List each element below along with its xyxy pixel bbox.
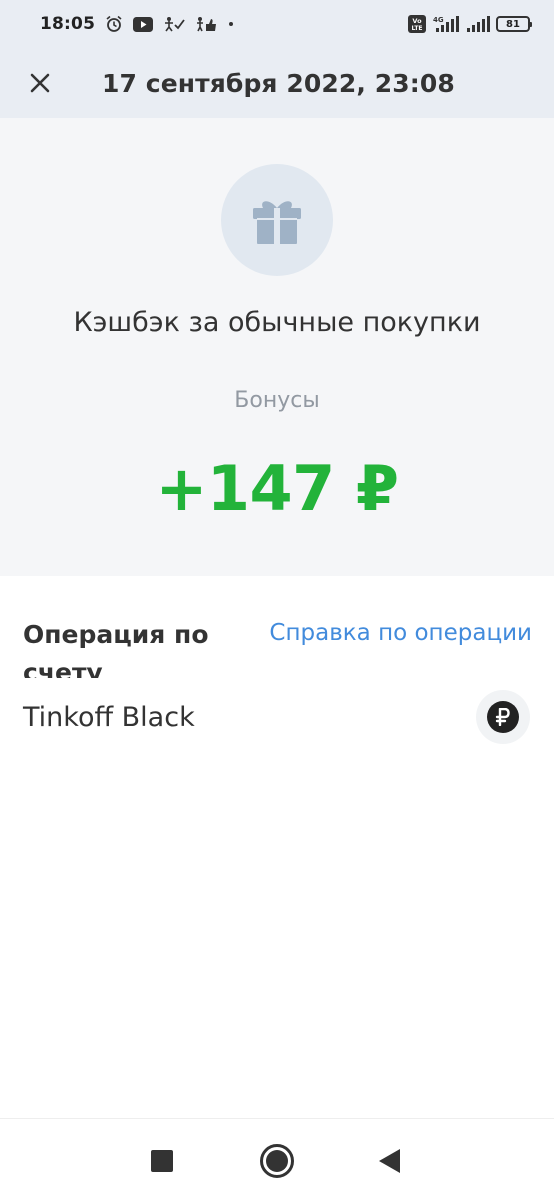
recent-apps-icon xyxy=(151,1150,173,1172)
svg-text:LTE: LTE xyxy=(411,25,422,32)
page-title: 17 сентября 2022, 23:08 xyxy=(102,68,455,98)
back-button[interactable] xyxy=(367,1139,411,1183)
close-button[interactable] xyxy=(20,63,60,103)
operation-amount: +147 ₽ xyxy=(155,452,399,525)
operation-summary: Кэшбэк за обычные покупки Бонусы +147 ₽ xyxy=(0,118,554,576)
svg-text:4G: 4G xyxy=(433,16,444,24)
battery-icon: 81 xyxy=(496,16,532,32)
account-row[interactable]: Tinkoff Black xyxy=(0,688,554,750)
signal-4g-icon: 4G xyxy=(432,15,460,33)
home-icon xyxy=(260,1144,294,1178)
home-button[interactable] xyxy=(255,1139,299,1183)
volte-icon: Vo LTE xyxy=(408,15,426,33)
account-badge xyxy=(476,690,530,744)
gift-icon xyxy=(253,201,301,244)
youtube-icon xyxy=(133,16,154,32)
status-right: Vo LTE 4G 81 xyxy=(408,15,532,33)
svg-text:Vo: Vo xyxy=(412,17,422,25)
operation-details: Операция по счету Справка по операции Ti… xyxy=(0,576,554,744)
gift-icon-container xyxy=(221,164,333,276)
dot-icon xyxy=(227,20,235,28)
signal-icon xyxy=(466,15,490,33)
account-name: Tinkoff Black xyxy=(23,702,195,733)
system-nav-bar xyxy=(0,1118,554,1200)
recent-apps-button[interactable] xyxy=(140,1139,184,1183)
operation-header: Операция по счету Справка по операции xyxy=(0,576,554,678)
operation-category: Бонусы xyxy=(234,388,320,413)
status-bar: 18:05 Vo LTE 4G 81 xyxy=(0,0,554,48)
ruble-icon xyxy=(487,701,519,733)
back-icon xyxy=(379,1149,400,1173)
operation-title: Кэшбэк за обычные покупки xyxy=(73,307,481,338)
app-bar: 17 сентября 2022, 23:08 xyxy=(0,48,554,118)
app-icon xyxy=(163,16,185,32)
thumb-icon xyxy=(195,16,217,32)
operation-help-link[interactable]: Справка по операции xyxy=(269,620,532,646)
alarm-icon xyxy=(105,15,123,33)
operation-account-title: Операция по счету xyxy=(23,620,209,678)
status-time: 18:05 xyxy=(40,14,96,34)
status-left: 18:05 xyxy=(40,14,408,34)
close-icon xyxy=(30,73,50,93)
